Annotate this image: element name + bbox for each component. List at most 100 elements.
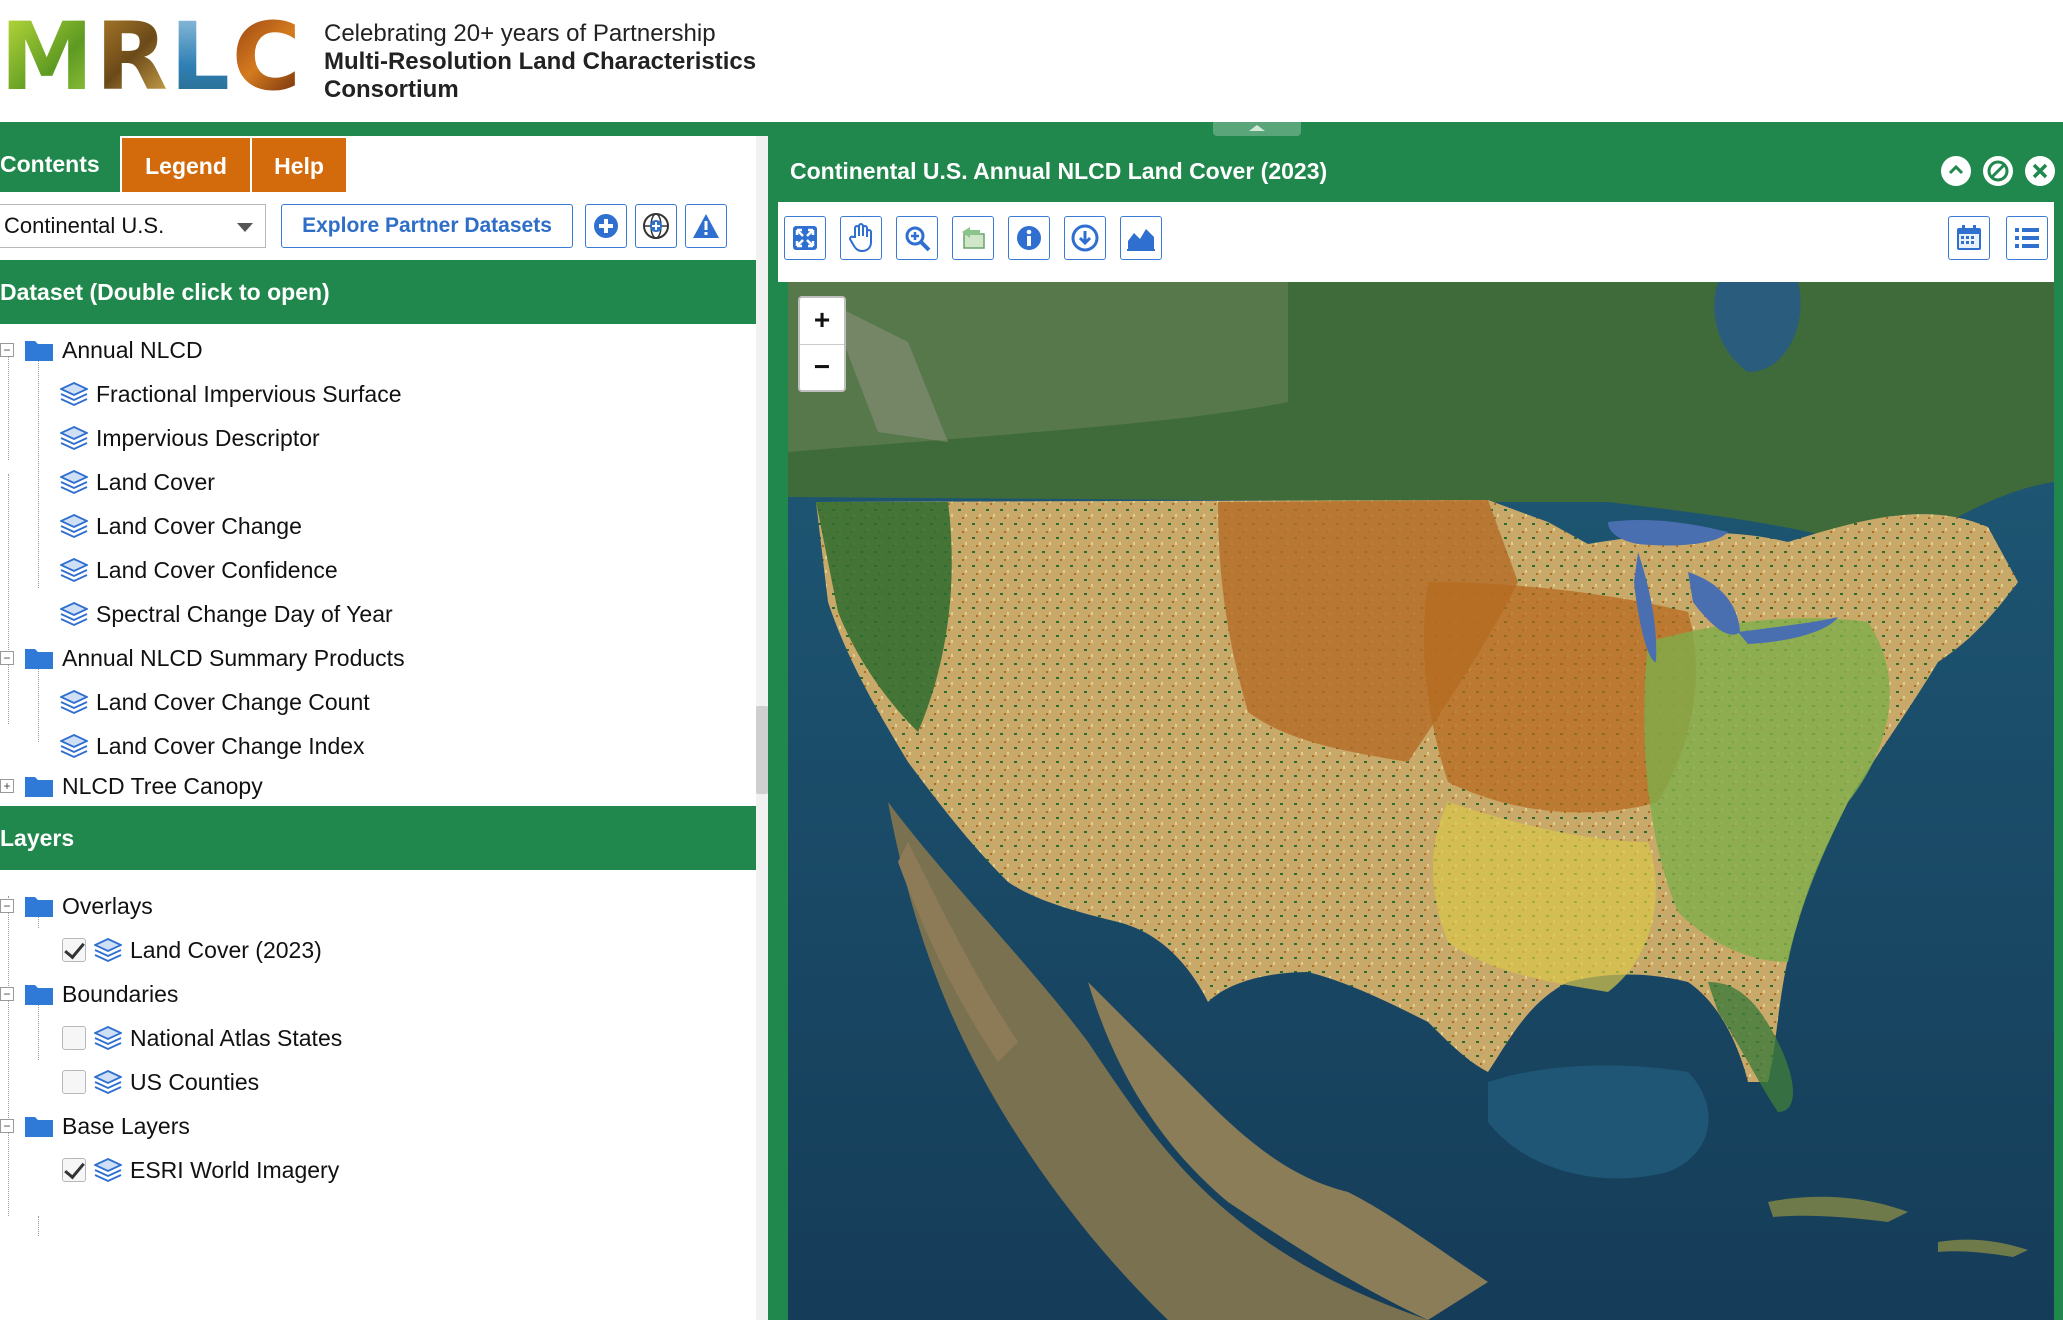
download-icon [1071, 224, 1099, 252]
layers-folder-boundaries[interactable]: − Boundaries [0, 974, 178, 1014]
layers-folder-overlays[interactable]: − Overlays [0, 886, 153, 926]
map-toolbar [778, 202, 2054, 282]
list-icon [2015, 228, 2039, 248]
layers-tree: − Overlays Land Cover (2023) − Boundarie… [0, 870, 756, 1320]
expand-icon[interactable]: + [0, 779, 14, 793]
zoom-in-button[interactable]: + [800, 298, 844, 344]
tree-label: Spectral Change Day of Year [96, 600, 393, 627]
alert-button[interactable] [685, 204, 727, 248]
layer-item-esri-world-imagery[interactable]: ESRI World Imagery [62, 1150, 339, 1190]
restore-icon [1987, 160, 2009, 182]
panel-controls: Continental U.S. Explore Partner Dataset… [0, 204, 756, 256]
pan-button[interactable] [840, 216, 882, 260]
restore-window-button[interactable] [1983, 156, 2013, 186]
layer-item-us-counties[interactable]: US Counties [62, 1062, 259, 1102]
tree-folder-tree-canopy[interactable]: + NLCD Tree Canopy [0, 766, 263, 806]
folder-icon [25, 897, 53, 917]
close-window-button[interactable] [2025, 156, 2055, 186]
tree-item-spectral-change[interactable]: Spectral Change Day of Year [60, 594, 393, 634]
left-panel-scroll-thumb[interactable] [756, 706, 768, 794]
add-icon [594, 214, 618, 238]
collapse-icon[interactable]: − [0, 987, 14, 1001]
folder-icon [25, 1117, 53, 1137]
tree-label: Land Cover (2023) [130, 936, 322, 963]
layers-folder-base-layers[interactable]: − Base Layers [0, 1106, 190, 1146]
tab-contents[interactable]: Contents [0, 136, 122, 192]
tree-label: Land Cover Confidence [96, 556, 338, 583]
region-select[interactable]: Continental U.S. [0, 204, 266, 248]
globe-add-icon [643, 213, 669, 239]
collapse-icon[interactable]: − [0, 1119, 14, 1133]
layer-checkbox[interactable] [62, 1158, 86, 1182]
tree-item-fractional-impervious[interactable]: Fractional Impervious Surface [60, 374, 402, 414]
layer-checkbox[interactable] [62, 938, 86, 962]
full-extent-button[interactable] [784, 216, 826, 260]
logo-letter-m: M [0, 3, 94, 112]
previous-extent-icon [962, 227, 985, 249]
identify-button[interactable] [1008, 216, 1050, 260]
layers-icon [60, 558, 88, 582]
tagline: Celebrating 20+ years of Partnership [324, 20, 716, 47]
layers-icon [94, 1070, 122, 1094]
tree-item-land-cover-change[interactable]: Land Cover Change [60, 506, 302, 546]
satellite-map[interactable] [788, 282, 2054, 1320]
folder-icon [25, 341, 53, 361]
layer-checkbox[interactable] [62, 1070, 86, 1094]
calendar-button[interactable] [1948, 216, 1990, 260]
tree-label: Base Layers [62, 1112, 190, 1139]
full-extent-icon [793, 226, 817, 250]
explore-partner-datasets-button[interactable]: Explore Partner Datasets [281, 204, 573, 248]
layers-icon [60, 426, 88, 450]
tree-item-change-count[interactable]: Land Cover Change Count [60, 682, 370, 722]
layers-icon [60, 470, 88, 494]
layers-icon [60, 514, 88, 538]
tree-item-land-cover-confidence[interactable]: Land Cover Confidence [60, 550, 338, 590]
tree-item-land-cover[interactable]: Land Cover [60, 462, 215, 502]
tree-folder-annual-nlcd[interactable]: − Annual NLCD [0, 330, 203, 370]
zoom-out-button[interactable]: − [800, 344, 844, 390]
region-select-value: Continental U.S. [4, 213, 165, 238]
layer-item-national-atlas-states[interactable]: National Atlas States [62, 1018, 342, 1058]
tree-label: US Counties [130, 1068, 260, 1095]
tree-label: Annual NLCD Summary Products [62, 644, 405, 671]
pan-icon [849, 223, 872, 253]
logo-letter-r: R [95, 3, 168, 112]
add-dataset-button[interactable] [585, 204, 627, 248]
layers-icon [94, 1026, 122, 1050]
download-button[interactable] [1064, 216, 1106, 260]
identify-icon [1017, 226, 1041, 250]
dataset-tree: − Annual NLCD Fractional Impervious Surf… [0, 324, 756, 759]
header-collapse-tab[interactable] [1213, 122, 1301, 136]
layer-checkbox[interactable] [62, 1026, 86, 1050]
tree-item-impervious-descriptor[interactable]: Impervious Descriptor [60, 418, 320, 458]
add-service-button[interactable] [635, 204, 677, 248]
chart-button[interactable] [1120, 216, 1162, 260]
layers-icon [60, 382, 88, 406]
site-title-line1: Multi-Resolution Land Characteristics [324, 48, 757, 75]
calendar-icon [1957, 225, 1981, 250]
layer-item-land-cover-2023[interactable]: Land Cover (2023) [62, 930, 322, 970]
mrlc-logo[interactable]: M R L C [0, 3, 301, 112]
zoom-in-tool-button[interactable] [896, 216, 938, 260]
tab-help[interactable]: Help [252, 136, 348, 192]
tree-label: Land Cover Change [96, 512, 302, 539]
map-panel: Continental U.S. Annual NLCD Land Cover … [770, 136, 2063, 1320]
list-button[interactable] [2006, 216, 2048, 260]
tree-label: National Atlas States [130, 1024, 343, 1051]
left-panel: Contents Legend Help Continental U.S. Ex… [0, 136, 756, 1320]
site-title-line2: Consortium [324, 76, 459, 103]
tree-label: Land Cover [96, 468, 215, 495]
layers-icon [94, 938, 122, 962]
collapse-window-button[interactable] [1941, 156, 1971, 186]
map-view[interactable]: + − [788, 282, 2054, 1320]
header-divider [0, 122, 2063, 136]
tree-folder-summary-products[interactable]: − Annual NLCD Summary Products [0, 638, 405, 678]
collapse-icon[interactable]: − [0, 343, 14, 357]
tree-item-change-index[interactable]: Land Cover Change Index [60, 726, 365, 766]
collapse-icon[interactable]: − [0, 899, 14, 913]
tab-legend[interactable]: Legend [122, 136, 252, 192]
chart-icon [1127, 229, 1155, 251]
zoom-in-icon [905, 226, 931, 252]
collapse-icon[interactable]: − [0, 651, 14, 665]
previous-extent-button[interactable] [952, 216, 994, 260]
